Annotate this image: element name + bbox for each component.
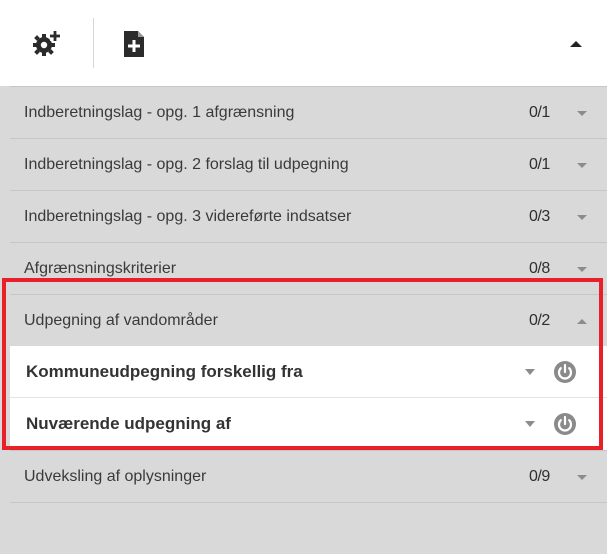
- sublayer-row[interactable]: Nuværende udpegning af: [10, 398, 607, 450]
- chevron-down-icon[interactable]: [523, 366, 537, 378]
- chevron-down-icon[interactable]: [575, 106, 589, 120]
- gear-add-icon[interactable]: [28, 26, 64, 62]
- layer-count: 0/2: [529, 312, 550, 329]
- layer-label: Udpegning af vandområder: [24, 312, 218, 329]
- chevron-up-icon[interactable]: [575, 314, 589, 328]
- layer-label: Udveksling af oplysninger: [24, 468, 207, 485]
- chevron-down-icon[interactable]: [523, 418, 537, 430]
- sublayer-row[interactable]: Kommuneudpegning forskellig fra: [10, 346, 607, 398]
- layer-row[interactable]: Afgrænsningskriterier 0/8: [10, 242, 607, 294]
- layer-label: Indberetningslag - opg. 2 forslag til ud…: [24, 156, 349, 173]
- layer-list: Indberetningslag - opg. 1 afgrænsning 0/…: [10, 86, 607, 554]
- chevron-down-icon[interactable]: [575, 470, 589, 484]
- layer-count: 0/3: [529, 208, 550, 225]
- chevron-down-icon[interactable]: [575, 262, 589, 276]
- toolbar: [0, 0, 607, 86]
- layer-row-expanded[interactable]: Udpegning af vandområder 0/2: [10, 294, 607, 346]
- add-document-icon[interactable]: [116, 26, 152, 62]
- layer-count: 0/8: [529, 260, 550, 277]
- chevron-down-icon[interactable]: [575, 158, 589, 172]
- layer-row[interactable]: Indberetningslag - opg. 1 afgrænsning 0/…: [10, 86, 607, 138]
- layer-label: Indberetningslag - opg. 1 afgrænsning: [24, 104, 295, 121]
- sublayer-label: Nuværende udpegning af: [26, 414, 231, 433]
- sublayer-label: Kommuneudpegning forskellig fra: [26, 362, 303, 381]
- layer-label: Afgrænsningskriterier: [24, 260, 177, 277]
- layer-row[interactable]: Udveksling af oplysninger 0/9: [10, 450, 607, 502]
- power-icon[interactable]: [553, 412, 577, 436]
- layer-row-partial[interactable]: [10, 502, 607, 554]
- power-icon[interactable]: [553, 360, 577, 384]
- layer-count: 0/1: [529, 156, 550, 173]
- layer-row[interactable]: Indberetningslag - opg. 3 videreførte in…: [10, 190, 607, 242]
- layer-label: Indberetningslag - opg. 3 videreførte in…: [24, 208, 352, 225]
- layer-panel: Indberetningslag - opg. 1 afgrænsning 0/…: [0, 0, 607, 554]
- layer-count: 0/1: [529, 104, 550, 121]
- layer-row[interactable]: Indberetningslag - opg. 2 forslag til ud…: [10, 138, 607, 190]
- layer-count: 0/9: [529, 468, 550, 485]
- collapse-up-icon[interactable]: [562, 30, 590, 58]
- toolbar-divider: [93, 18, 94, 68]
- chevron-down-icon[interactable]: [575, 210, 589, 224]
